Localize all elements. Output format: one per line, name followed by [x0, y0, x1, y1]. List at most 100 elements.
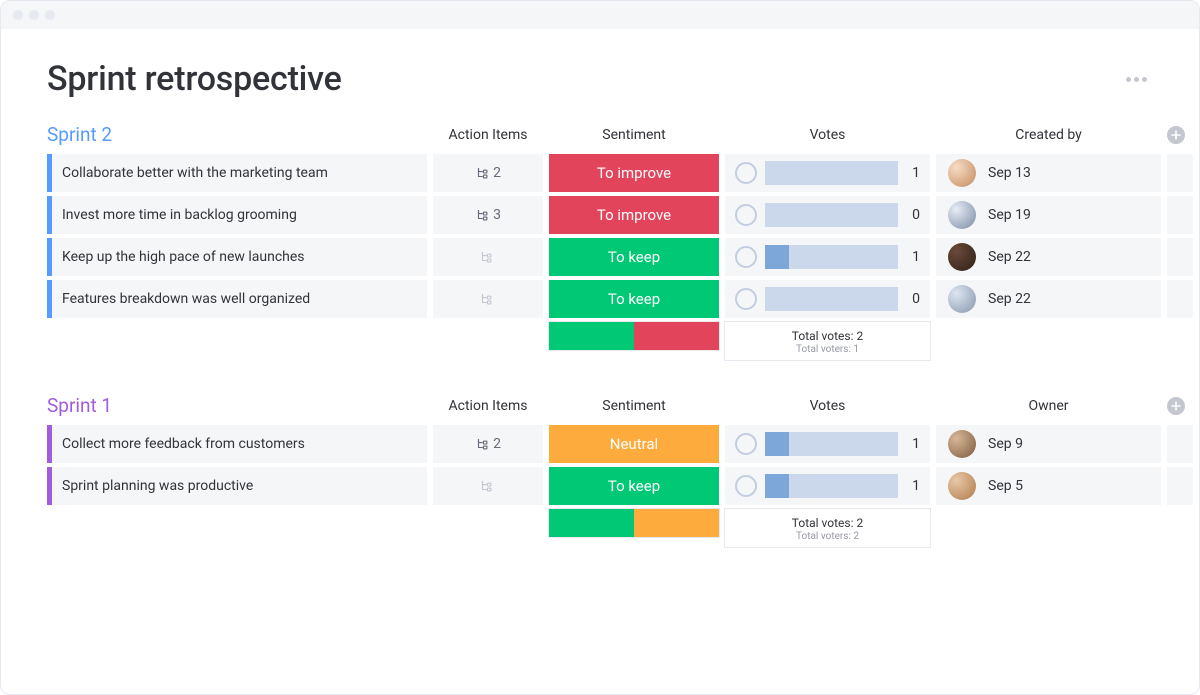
creator-cell[interactable]: Sep 5 — [936, 467, 1161, 505]
group-summary-row: Total votes: 2Total voters: 2 — [47, 509, 1153, 547]
total-voters: Total voters: 2 — [796, 531, 859, 542]
vote-button[interactable] — [735, 475, 757, 497]
avatar[interactable] — [948, 472, 976, 500]
column-header-votes[interactable]: Votes — [725, 127, 930, 143]
vote-count: 1 — [906, 478, 920, 494]
votes-summary: Total votes: 2Total voters: 1 — [725, 322, 930, 360]
subitems-icon — [475, 208, 489, 222]
table-row: Collect more feedback from customers 2 Neu… — [47, 425, 1153, 463]
vote-count: 1 — [906, 436, 920, 452]
window-frame: Sprint retrospective Sprint 2 Action Item… — [0, 0, 1200, 695]
plus-icon — [1171, 130, 1181, 140]
vote-button[interactable] — [735, 162, 757, 184]
table-row: Keep up the high pace of new launches To … — [47, 238, 1153, 276]
item-name-cell[interactable]: Keep up the high pace of new launches — [47, 238, 427, 276]
created-date: Sep 13 — [988, 165, 1031, 181]
votes-cell[interactable]: 0 — [725, 196, 930, 234]
avatar[interactable] — [948, 430, 976, 458]
votes-cell[interactable]: 1 — [725, 238, 930, 276]
group-summary-row: Total votes: 2Total voters: 1 — [47, 322, 1153, 360]
total-voters: Total voters: 1 — [796, 344, 859, 355]
table-row: Invest more time in backlog grooming3To … — [47, 196, 1153, 234]
column-header-action-items[interactable]: Action Items — [433, 398, 543, 414]
subitems-icon — [479, 479, 493, 493]
avatar[interactable] — [948, 243, 976, 271]
action-items-cell[interactable]: 3 — [433, 196, 543, 234]
item-name-cell[interactable]: Sprint planning was productive — [47, 467, 427, 505]
page-header: Sprint retrospective — [47, 59, 1153, 99]
group-title[interactable]: Sprint 2 — [47, 123, 427, 146]
avatar[interactable] — [948, 201, 976, 229]
created-date: Sep 22 — [988, 291, 1031, 307]
add-column-button[interactable] — [1167, 126, 1185, 144]
page-title[interactable]: Sprint retrospective — [47, 59, 342, 99]
vote-button[interactable] — [735, 433, 757, 455]
sentiment-cell[interactable]: To keep — [549, 238, 719, 276]
trailing-cell — [1167, 154, 1193, 192]
sentiment-cell[interactable]: To keep — [549, 467, 719, 505]
plus-icon — [1171, 401, 1181, 411]
trailing-cell — [1167, 425, 1193, 463]
trailing-cell — [1167, 467, 1193, 505]
trailing-cell — [1167, 196, 1193, 234]
column-header-creator[interactable]: Created by — [936, 127, 1161, 143]
sentiment-cell[interactable]: To improve — [549, 154, 719, 192]
sentiment-cell[interactable]: To improve — [549, 196, 719, 234]
vote-button[interactable] — [735, 288, 757, 310]
window-titlebar — [1, 1, 1199, 29]
sentiment-cell[interactable]: Neutral — [549, 425, 719, 463]
more-button[interactable] — [1120, 71, 1153, 88]
vote-bar — [765, 203, 898, 227]
vote-button[interactable] — [735, 246, 757, 268]
window-dot — [45, 10, 55, 20]
action-items-count: 2 — [493, 165, 501, 181]
action-items-cell[interactable] — [433, 280, 543, 318]
avatar[interactable] — [948, 285, 976, 313]
action-items-count: 2 — [493, 436, 501, 452]
creator-cell[interactable]: Sep 13 — [936, 154, 1161, 192]
avatar[interactable] — [948, 159, 976, 187]
creator-cell[interactable]: Sep 19 — [936, 196, 1161, 234]
vote-bar-fill — [765, 245, 789, 269]
sentiment-summary — [549, 509, 719, 537]
vote-count: 0 — [906, 207, 920, 223]
action-items-cell[interactable] — [433, 467, 543, 505]
column-header-creator[interactable]: Owner — [936, 398, 1161, 414]
created-date: Sep 19 — [988, 207, 1031, 223]
item-name-cell[interactable]: Invest more time in backlog grooming — [47, 196, 427, 234]
sentiment-summary-segment — [549, 509, 634, 537]
item-name-cell[interactable]: Collaborate better with the marketing te… — [47, 154, 427, 192]
group-title[interactable]: Sprint 1 — [47, 394, 427, 417]
creator-cell[interactable]: Sep 9 — [936, 425, 1161, 463]
vote-bar-fill — [765, 432, 789, 456]
table-row: Collaborate better with the marketing te… — [47, 154, 1153, 192]
votes-cell[interactable]: 1 — [725, 425, 930, 463]
trailing-cell — [1167, 238, 1193, 276]
group: Sprint 2Action ItemsSentimentVotesCreate… — [47, 123, 1153, 360]
vote-button[interactable] — [735, 204, 757, 226]
vote-bar — [765, 161, 898, 185]
vote-bar — [765, 287, 898, 311]
votes-cell[interactable]: 0 — [725, 280, 930, 318]
action-items-cell[interactable] — [433, 238, 543, 276]
column-header-sentiment[interactable]: Sentiment — [549, 398, 719, 414]
created-date: Sep 5 — [988, 478, 1023, 494]
votes-cell[interactable]: 1 — [725, 154, 930, 192]
window-dot — [13, 10, 23, 20]
creator-cell[interactable]: Sep 22 — [936, 238, 1161, 276]
sentiment-cell[interactable]: To keep — [549, 280, 719, 318]
column-header-votes[interactable]: Votes — [725, 398, 930, 414]
item-name-cell[interactable]: Collect more feedback from customers — [47, 425, 427, 463]
column-header-sentiment[interactable]: Sentiment — [549, 127, 719, 143]
column-header-action-items[interactable]: Action Items — [433, 127, 543, 143]
group-header-row: Sprint 2Action ItemsSentimentVotesCreate… — [47, 123, 1153, 146]
action-items-cell[interactable]: 2 — [433, 425, 543, 463]
created-date: Sep 22 — [988, 249, 1031, 265]
votes-summary: Total votes: 2Total voters: 2 — [725, 509, 930, 547]
action-items-cell[interactable]: 2 — [433, 154, 543, 192]
table-row: Features breakdown was well organized To … — [47, 280, 1153, 318]
add-column-button[interactable] — [1167, 397, 1185, 415]
creator-cell[interactable]: Sep 22 — [936, 280, 1161, 318]
votes-cell[interactable]: 1 — [725, 467, 930, 505]
item-name-cell[interactable]: Features breakdown was well organized — [47, 280, 427, 318]
